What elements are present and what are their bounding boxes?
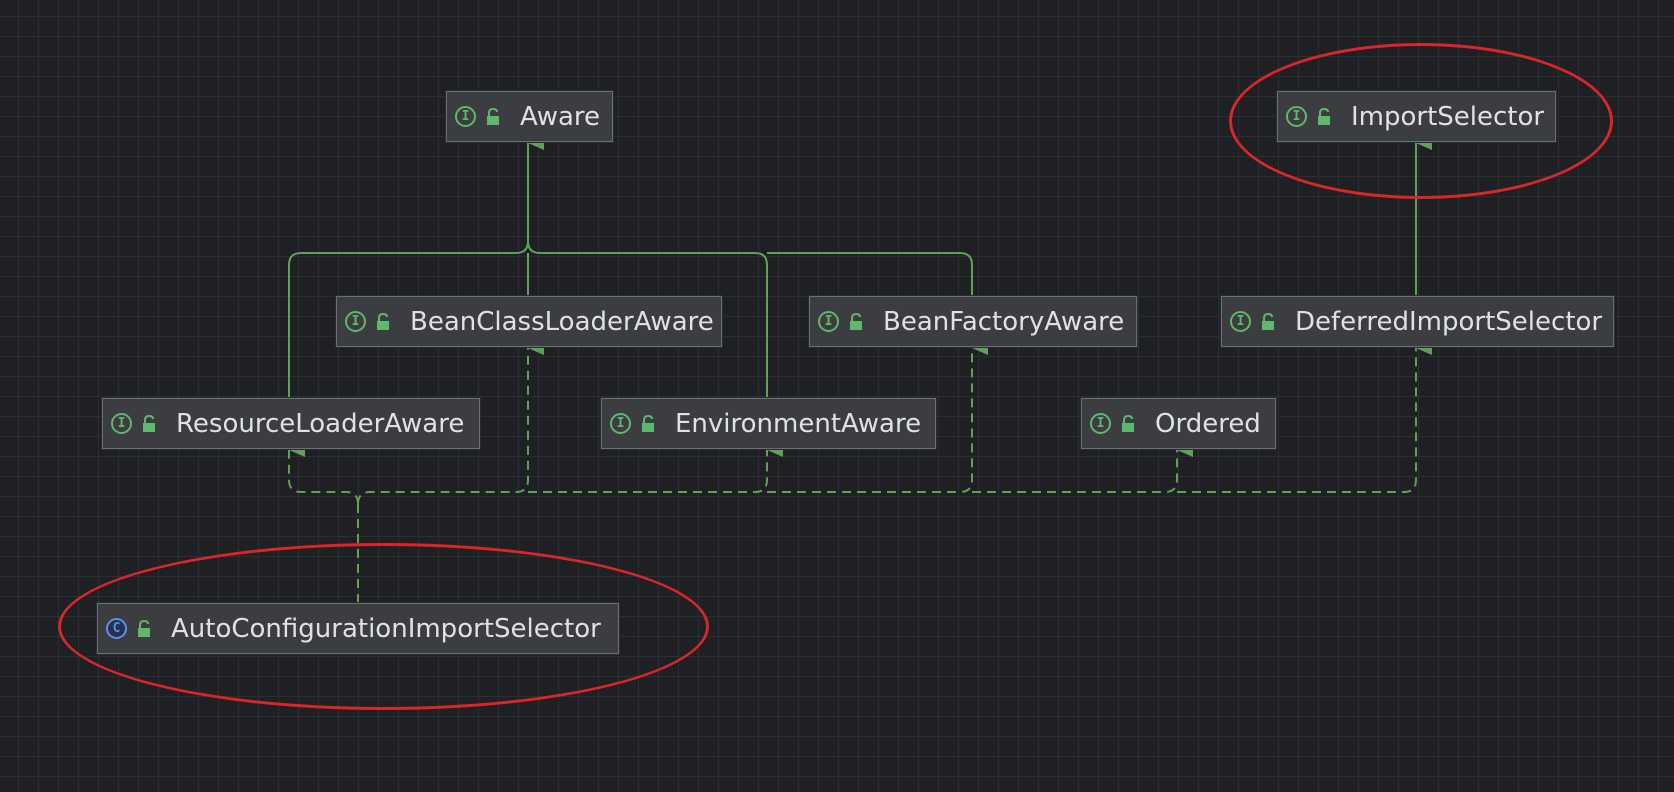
lock-icon	[1262, 312, 1274, 330]
interface-icon: I	[111, 413, 132, 434]
node-label: EnvironmentAware	[675, 408, 922, 439]
node-label: DeferredImportSelector	[1295, 306, 1603, 337]
node-deferred-import-selector[interactable]: I DeferredImportSelector	[1221, 296, 1614, 347]
edge-auto-config-implements-environment-aware	[528, 443, 783, 493]
edge-auto-config-implements-ordered	[972, 443, 1193, 493]
interface-icon: I	[345, 311, 366, 332]
edge-resource-loader-aware-extends-aware	[288, 136, 544, 398]
lock-icon	[1122, 414, 1134, 432]
lock-icon	[642, 414, 654, 432]
interface-icon: I	[1230, 311, 1251, 332]
node-aware[interactable]: I Aware	[446, 91, 613, 142]
node-bean-factory-aware[interactable]: I BeanFactoryAware	[809, 296, 1137, 347]
node-label: Aware	[520, 101, 601, 132]
node-label: BeanFactoryAware	[883, 306, 1125, 337]
diagram-canvas: I Aware I ImportSelector I BeanClassLoad…	[0, 0, 1674, 792]
highlight-ellipse-import-selector	[1229, 43, 1613, 199]
node-environment-aware[interactable]: I EnvironmentAware	[601, 398, 936, 449]
node-resource-loader-aware[interactable]: I ResourceLoaderAware	[102, 398, 480, 449]
lock-icon	[143, 414, 155, 432]
edge-bean-factory-aware-extends-aware	[767, 252, 973, 295]
lock-icon	[487, 107, 499, 125]
node-label: Ordered	[1155, 408, 1261, 439]
node-ordered[interactable]: I Ordered	[1081, 398, 1276, 449]
node-bean-class-loader-aware[interactable]: I BeanClassLoaderAware	[336, 296, 722, 347]
interface-icon: I	[818, 311, 839, 332]
interface-icon: I	[455, 106, 476, 127]
interface-icon: I	[610, 413, 631, 434]
lock-icon	[850, 312, 862, 330]
highlight-ellipse-auto-configuration-import-selector	[58, 543, 709, 710]
edge-auto-config-implements-resource-loader-aware	[288, 443, 359, 505]
node-label: BeanClassLoaderAware	[410, 306, 714, 337]
node-label: ResourceLoaderAware	[176, 408, 465, 439]
interface-icon: I	[1090, 413, 1111, 434]
lock-icon	[377, 312, 389, 330]
